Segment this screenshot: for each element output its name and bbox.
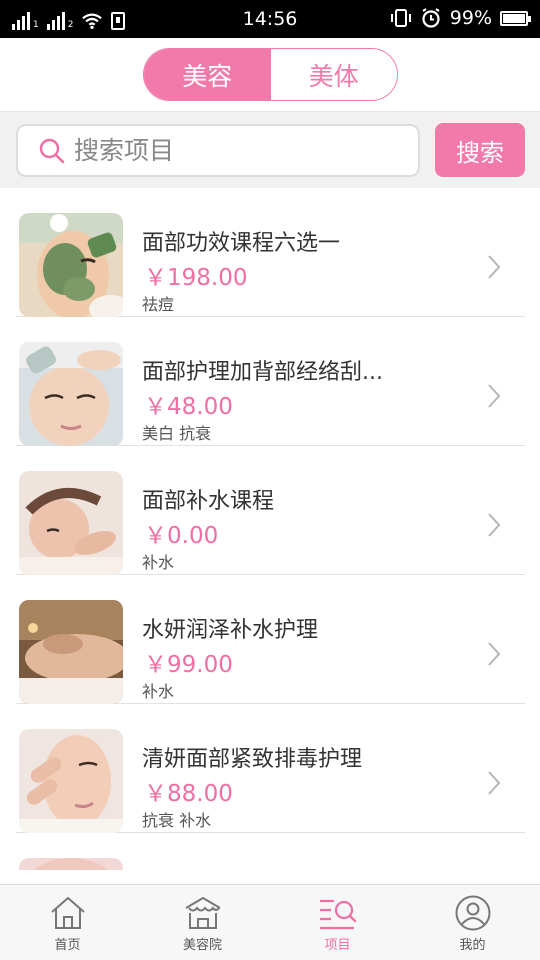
chevron-right-icon bbox=[488, 384, 501, 408]
project-price: ￥99.00 bbox=[144, 652, 233, 678]
search-input[interactable] bbox=[74, 136, 374, 165]
tab-label: 项目 bbox=[324, 938, 351, 953]
project-thumbnail bbox=[19, 213, 123, 317]
chevron-right-icon bbox=[488, 513, 501, 537]
tab-beauty[interactable]: 美容 bbox=[144, 49, 271, 100]
project-tags: 美白 抗衰 bbox=[142, 424, 212, 443]
chevron-right-icon bbox=[488, 642, 501, 666]
project-thumbnail bbox=[19, 858, 123, 870]
list-item[interactable]: 面部功效课程六选一 ￥198.00 祛痘 bbox=[16, 188, 525, 317]
category-segmented-control: 美容 美体 bbox=[143, 48, 398, 101]
tab-label: 首页 bbox=[54, 938, 81, 953]
list-item[interactable]: 面部护理加背部经络刮... ￥48.00 美白 抗衰 bbox=[16, 317, 525, 446]
project-tags: 抗衰 补水 bbox=[142, 811, 212, 830]
project-price: ￥198.00 bbox=[144, 265, 248, 291]
battery-percent: 99% bbox=[449, 7, 492, 29]
chevron-right-icon bbox=[488, 255, 501, 279]
tab-body[interactable]: 美体 bbox=[270, 49, 397, 100]
bottom-tab-bar: 首页 美容院 项目 我的 bbox=[0, 884, 540, 960]
project-thumbnail bbox=[19, 600, 123, 704]
project-title: 清妍面部紧致排毒护理 bbox=[142, 747, 363, 772]
status-right: 99% bbox=[390, 7, 531, 29]
project-thumbnail bbox=[19, 471, 123, 575]
status-bar: 1 2 14:56 99% bbox=[0, 0, 540, 38]
alarm-icon bbox=[422, 8, 440, 28]
project-tags: 补水 bbox=[142, 682, 175, 701]
list-item[interactable] bbox=[16, 833, 525, 870]
project-title: 水妍润泽补水护理 bbox=[142, 618, 319, 643]
list-item[interactable]: 清妍面部紧致排毒护理 ￥88.00 抗衰 补水 bbox=[16, 704, 525, 833]
project-price: ￥88.00 bbox=[144, 781, 233, 807]
header: 美容 美体 bbox=[0, 38, 540, 112]
list-item[interactable]: 水妍润泽补水护理 ￥99.00 补水 bbox=[16, 575, 525, 704]
project-tags: 补水 bbox=[142, 553, 175, 572]
search-bar: 搜索 bbox=[0, 112, 540, 188]
tab-salon[interactable]: 美容院 bbox=[135, 885, 270, 960]
battery-icon bbox=[500, 10, 531, 26]
project-price: ￥48.00 bbox=[144, 394, 233, 420]
vibrate-icon bbox=[390, 9, 411, 27]
list-item[interactable]: 面部补水课程 ￥0.00 补水 bbox=[16, 446, 525, 575]
project-price: ￥0.00 bbox=[144, 523, 219, 549]
project-search-icon bbox=[319, 899, 356, 930]
project-title: 面部护理加背部经络刮... bbox=[142, 360, 383, 385]
search-button[interactable]: 搜索 bbox=[435, 123, 525, 177]
project-title: 面部功效课程六选一 bbox=[142, 231, 341, 256]
project-thumbnail bbox=[19, 729, 123, 833]
search-box bbox=[16, 124, 420, 177]
project-thumbnail bbox=[19, 342, 123, 446]
salon-icon bbox=[184, 897, 221, 929]
project-tags: 祛痘 bbox=[142, 295, 175, 314]
tab-profile[interactable]: 我的 bbox=[405, 885, 540, 960]
tab-label: 美容院 bbox=[182, 938, 222, 953]
tab-project[interactable]: 项目 bbox=[270, 885, 405, 960]
home-icon bbox=[50, 897, 85, 929]
chevron-right-icon bbox=[488, 771, 501, 795]
profile-icon bbox=[455, 895, 490, 931]
tab-label: 我的 bbox=[459, 938, 486, 953]
search-icon bbox=[39, 138, 65, 163]
project-list[interactable]: 面部功效课程六选一 ￥198.00 祛痘 面部护理加背部经络刮... ￥48.0… bbox=[0, 188, 540, 870]
tab-home[interactable]: 首页 bbox=[0, 885, 135, 960]
project-title: 面部补水课程 bbox=[142, 489, 275, 514]
